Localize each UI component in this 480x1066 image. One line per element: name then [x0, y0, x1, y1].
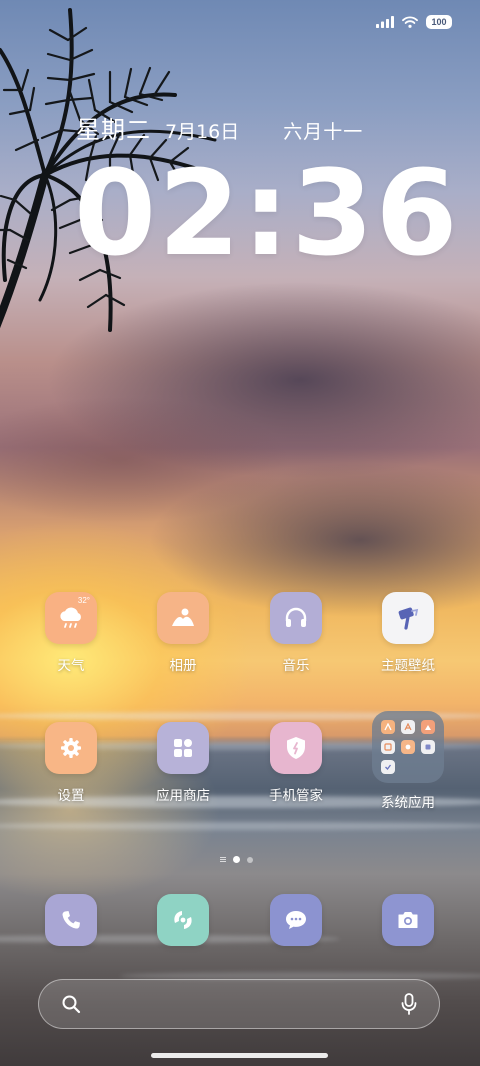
- theme-brush-icon: [382, 592, 434, 644]
- weather-temperature: 32°: [77, 596, 90, 605]
- mini-app-icon: [401, 720, 415, 734]
- mini-app-icon: [381, 760, 395, 774]
- dock-contacts[interactable]: [128, 894, 238, 946]
- app-label: 相册: [169, 658, 197, 674]
- app-gallery[interactable]: 相册: [128, 592, 238, 674]
- app-phone-manager[interactable]: 手机管家: [241, 722, 351, 804]
- app-weather[interactable]: 32° 天气: [16, 592, 126, 674]
- app-music[interactable]: 音乐: [241, 592, 351, 674]
- folder-icon: [372, 711, 444, 783]
- status-bar: 100: [376, 12, 452, 32]
- home-indicator[interactable]: [151, 1053, 328, 1058]
- app-app-store[interactable]: 应用商店: [128, 722, 238, 804]
- security-shield-icon: [270, 722, 322, 774]
- app-label: 系统应用: [381, 795, 435, 811]
- date-row: 星期二 7月16日 六月十一: [76, 110, 416, 145]
- settings-gear-icon: [45, 722, 97, 774]
- mini-app-slot-empty: [401, 760, 415, 774]
- app-label: 主题壁纸: [381, 658, 435, 674]
- app-themes[interactable]: 主题壁纸: [353, 592, 463, 674]
- microphone-icon[interactable]: [401, 993, 417, 1015]
- signal-icon: [376, 16, 394, 28]
- mini-app-slot-empty: [421, 760, 435, 774]
- search-bar[interactable]: [38, 979, 440, 1029]
- mini-app-icon: [381, 720, 395, 734]
- page-dot[interactable]: [247, 856, 253, 863]
- page-list-icon[interactable]: [220, 856, 226, 863]
- app-folder-system-apps[interactable]: 系统应用: [353, 711, 463, 811]
- search-icon[interactable]: [61, 994, 81, 1014]
- app-label: 应用商店: [156, 788, 210, 804]
- battery-icon: 100: [426, 15, 452, 29]
- mini-app-icon: [401, 740, 415, 754]
- date: 7月16日: [165, 121, 240, 143]
- page-indicator[interactable]: [220, 856, 253, 863]
- camera-icon: [382, 894, 434, 946]
- phone-icon: [45, 894, 97, 946]
- app-settings[interactable]: 设置: [16, 722, 126, 804]
- page-dot-active[interactable]: [233, 856, 240, 863]
- weather-icon: 32°: [45, 592, 97, 644]
- music-icon: [270, 592, 322, 644]
- app-label: 手机管家: [269, 788, 323, 804]
- dock-messages[interactable]: [241, 894, 351, 946]
- search-input[interactable]: [91, 996, 391, 1012]
- lunar-date: 六月十一: [283, 121, 364, 143]
- weekday: 星期二: [76, 116, 151, 144]
- dock-camera[interactable]: [353, 894, 463, 946]
- contacts-icon: [157, 894, 209, 946]
- app-label: 设置: [57, 788, 85, 804]
- wifi-icon: [402, 16, 418, 28]
- app-store-icon: [157, 722, 209, 774]
- app-label: 音乐: [282, 658, 310, 674]
- clock[interactable]: 02:36: [74, 148, 460, 278]
- gallery-icon: [157, 592, 209, 644]
- app-label: 天气: [57, 658, 85, 674]
- mini-app-icon: [421, 740, 435, 754]
- mini-app-icon: [381, 740, 395, 754]
- mini-app-icon: [421, 720, 435, 734]
- messages-icon: [270, 894, 322, 946]
- wave: [0, 822, 480, 830]
- dock-phone[interactable]: [16, 894, 126, 946]
